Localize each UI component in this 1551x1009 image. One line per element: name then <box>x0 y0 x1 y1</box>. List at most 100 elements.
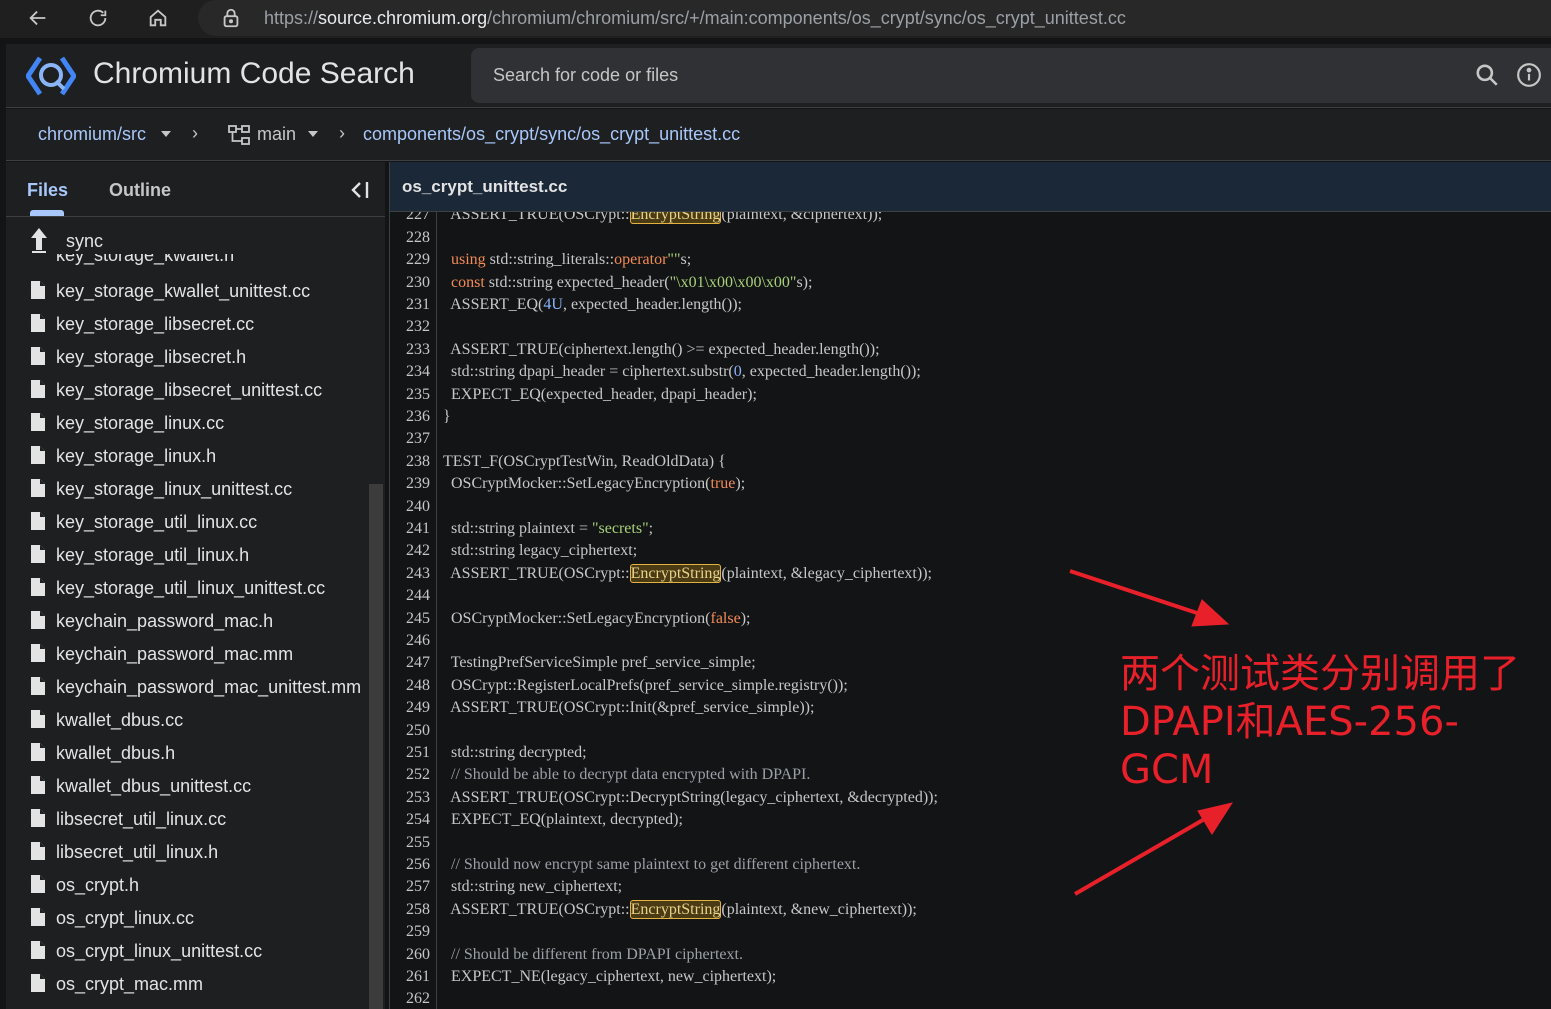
source-text: const std::string expected_header("\x01\… <box>451 273 813 291</box>
breadcrumb-repo[interactable]: chromium/src <box>38 124 146 145</box>
list-item[interactable]: key_storage_util_linux.cc <box>6 507 385 540</box>
tab-files[interactable]: Files <box>27 180 68 201</box>
code-line: 232 <box>390 316 1551 338</box>
line-number[interactable]: 262 <box>390 988 430 1009</box>
source-text: std::string new_ciphertext; <box>443 878 623 896</box>
line-number[interactable]: 261 <box>390 966 430 988</box>
list-item[interactable]: os_crypt_linux.cc <box>6 903 385 936</box>
back-icon[interactable] <box>20 2 56 34</box>
list-item[interactable]: keychain_password_mac_unittest.mm <box>6 672 385 705</box>
search-input[interactable]: Search for code or files <box>471 48 1551 103</box>
list-item[interactable]: os_crypt.h <box>6 870 385 903</box>
url-text[interactable]: https://source.chromium.org/chromium/chr… <box>264 8 1126 29</box>
line-number[interactable]: 231 <box>390 294 430 316</box>
line-number[interactable]: 244 <box>390 585 430 607</box>
list-item[interactable]: key_storage_kwallet_unittest.cc <box>6 276 385 309</box>
line-number[interactable]: 227 <box>390 212 430 227</box>
line-number[interactable]: 254 <box>390 809 430 831</box>
search-highlight[interactable]: EncryptString <box>629 899 722 919</box>
line-number[interactable]: 228 <box>390 227 430 249</box>
list-item[interactable]: os_crypt_mac.mm <box>6 969 385 1002</box>
file-name: os_crypt_linux.cc <box>56 908 195 928</box>
file-icon <box>31 281 45 299</box>
file-icon <box>31 842 45 860</box>
list-item[interactable]: keychain_password_mac.mm <box>6 639 385 672</box>
line-number[interactable]: 234 <box>390 361 430 383</box>
source-text: ASSERT_TRUE(OSCrypt::DecryptString(legac… <box>443 788 938 806</box>
list-item[interactable]: key_storage_libsecret.h <box>6 342 385 375</box>
address-bar[interactable]: https://source.chromium.org/chromium/chr… <box>198 0 1551 36</box>
line-number[interactable]: 243 <box>390 563 430 585</box>
file-icon <box>31 644 45 662</box>
search-highlight[interactable]: EncryptString <box>629 563 722 583</box>
list-item[interactable]: key_storage_libsecret_unittest.cc <box>6 375 385 408</box>
list-item[interactable]: key_storage_linux_unittest.cc <box>6 474 385 507</box>
source-text: std::string decrypted; <box>443 744 587 761</box>
line-number[interactable]: 232 <box>390 316 430 338</box>
line-number[interactable]: 253 <box>390 787 430 809</box>
line-number[interactable]: 229 <box>390 249 430 271</box>
breadcrumb-path[interactable]: components/os_crypt/sync/os_crypt_unitte… <box>363 124 740 145</box>
list-item[interactable]: libsecret_util_linux.h <box>6 837 385 870</box>
line-number[interactable]: 260 <box>390 944 430 966</box>
parent-directory-row[interactable]: sync <box>6 224 385 256</box>
line-number[interactable]: 251 <box>390 742 430 764</box>
tab-outline[interactable]: Outline <box>109 180 171 201</box>
list-item[interactable]: key_storage_linux.h <box>6 441 385 474</box>
source-text: EXPECT_NE(legacy_ciphertext, new_ciphert… <box>443 968 777 985</box>
line-number[interactable]: 258 <box>390 899 430 921</box>
url-prefix: https:// <box>264 8 319 28</box>
list-item[interactable]: key_storage_linux.cc <box>6 408 385 441</box>
app-title[interactable]: Chromium Code Search <box>93 57 415 91</box>
collapse-panel-icon[interactable] <box>346 178 372 202</box>
line-number[interactable]: 256 <box>390 854 430 876</box>
list-item[interactable]: libsecret_util_linux.cc <box>6 804 385 837</box>
line-number[interactable]: 240 <box>390 496 430 518</box>
line-number[interactable]: 236 <box>390 406 430 428</box>
home-icon[interactable] <box>140 2 176 34</box>
line-number[interactable]: 233 <box>390 339 430 361</box>
list-item[interactable]: key_storage_libsecret.cc <box>6 309 385 342</box>
line-number[interactable]: 237 <box>390 428 430 450</box>
line-number[interactable]: 248 <box>390 675 430 697</box>
chevron-down-icon[interactable] <box>161 131 171 137</box>
scrollbar[interactable] <box>369 484 383 1009</box>
line-number[interactable]: 257 <box>390 876 430 898</box>
line-number[interactable]: 252 <box>390 764 430 786</box>
line-number[interactable]: 247 <box>390 652 430 674</box>
search-highlight[interactable]: EncryptString <box>629 212 722 225</box>
list-item[interactable]: kwallet_dbus_unittest.cc <box>6 771 385 804</box>
search-icon[interactable] <box>1474 62 1500 88</box>
lock-icon[interactable] <box>220 7 242 29</box>
line-number[interactable]: 238 <box>390 451 430 473</box>
source-text: ASSERT_EQ(4U, expected_header.length()); <box>443 296 742 313</box>
line-number[interactable]: 250 <box>390 720 430 742</box>
list-item[interactable]: key_storage_kwallet.h <box>6 254 385 266</box>
list-item[interactable]: kwallet_dbus.h <box>6 738 385 771</box>
file-list: key_storage_kwallet_unittest.cc key_stora… <box>6 276 385 1002</box>
breadcrumb-branch[interactable]: main <box>257 124 296 145</box>
reload-icon[interactable] <box>80 2 116 34</box>
chevron-down-icon[interactable] <box>308 131 318 137</box>
list-item[interactable]: keychain_password_mac.h <box>6 606 385 639</box>
line-number[interactable]: 246 <box>390 630 430 652</box>
file-name: kwallet_dbus.cc <box>56 710 184 730</box>
line-number[interactable]: 259 <box>390 921 430 943</box>
info-icon[interactable] <box>1516 62 1542 88</box>
list-item[interactable]: key_storage_util_linux_unittest.cc <box>6 573 385 606</box>
line-number[interactable]: 230 <box>390 272 430 294</box>
line-number[interactable]: 239 <box>390 473 430 495</box>
list-item[interactable]: key_storage_util_linux.h <box>6 540 385 573</box>
line-number[interactable]: 242 <box>390 540 430 562</box>
list-item[interactable]: kwallet_dbus.cc <box>6 705 385 738</box>
line-number[interactable]: 249 <box>390 697 430 719</box>
list-item[interactable]: os_crypt_linux_unittest.cc <box>6 936 385 969</box>
line-number[interactable]: 245 <box>390 608 430 630</box>
line-number[interactable]: 235 <box>390 384 430 406</box>
source-text: ASSERT_TRUE(ciphertext.length() >= expec… <box>443 340 880 358</box>
file-name: libsecret_util_linux.cc <box>56 809 227 829</box>
code-search-logo-icon[interactable] <box>26 54 76 98</box>
line-number[interactable]: 241 <box>390 518 430 540</box>
source-text: } <box>443 408 451 425</box>
line-number[interactable]: 255 <box>390 832 430 854</box>
